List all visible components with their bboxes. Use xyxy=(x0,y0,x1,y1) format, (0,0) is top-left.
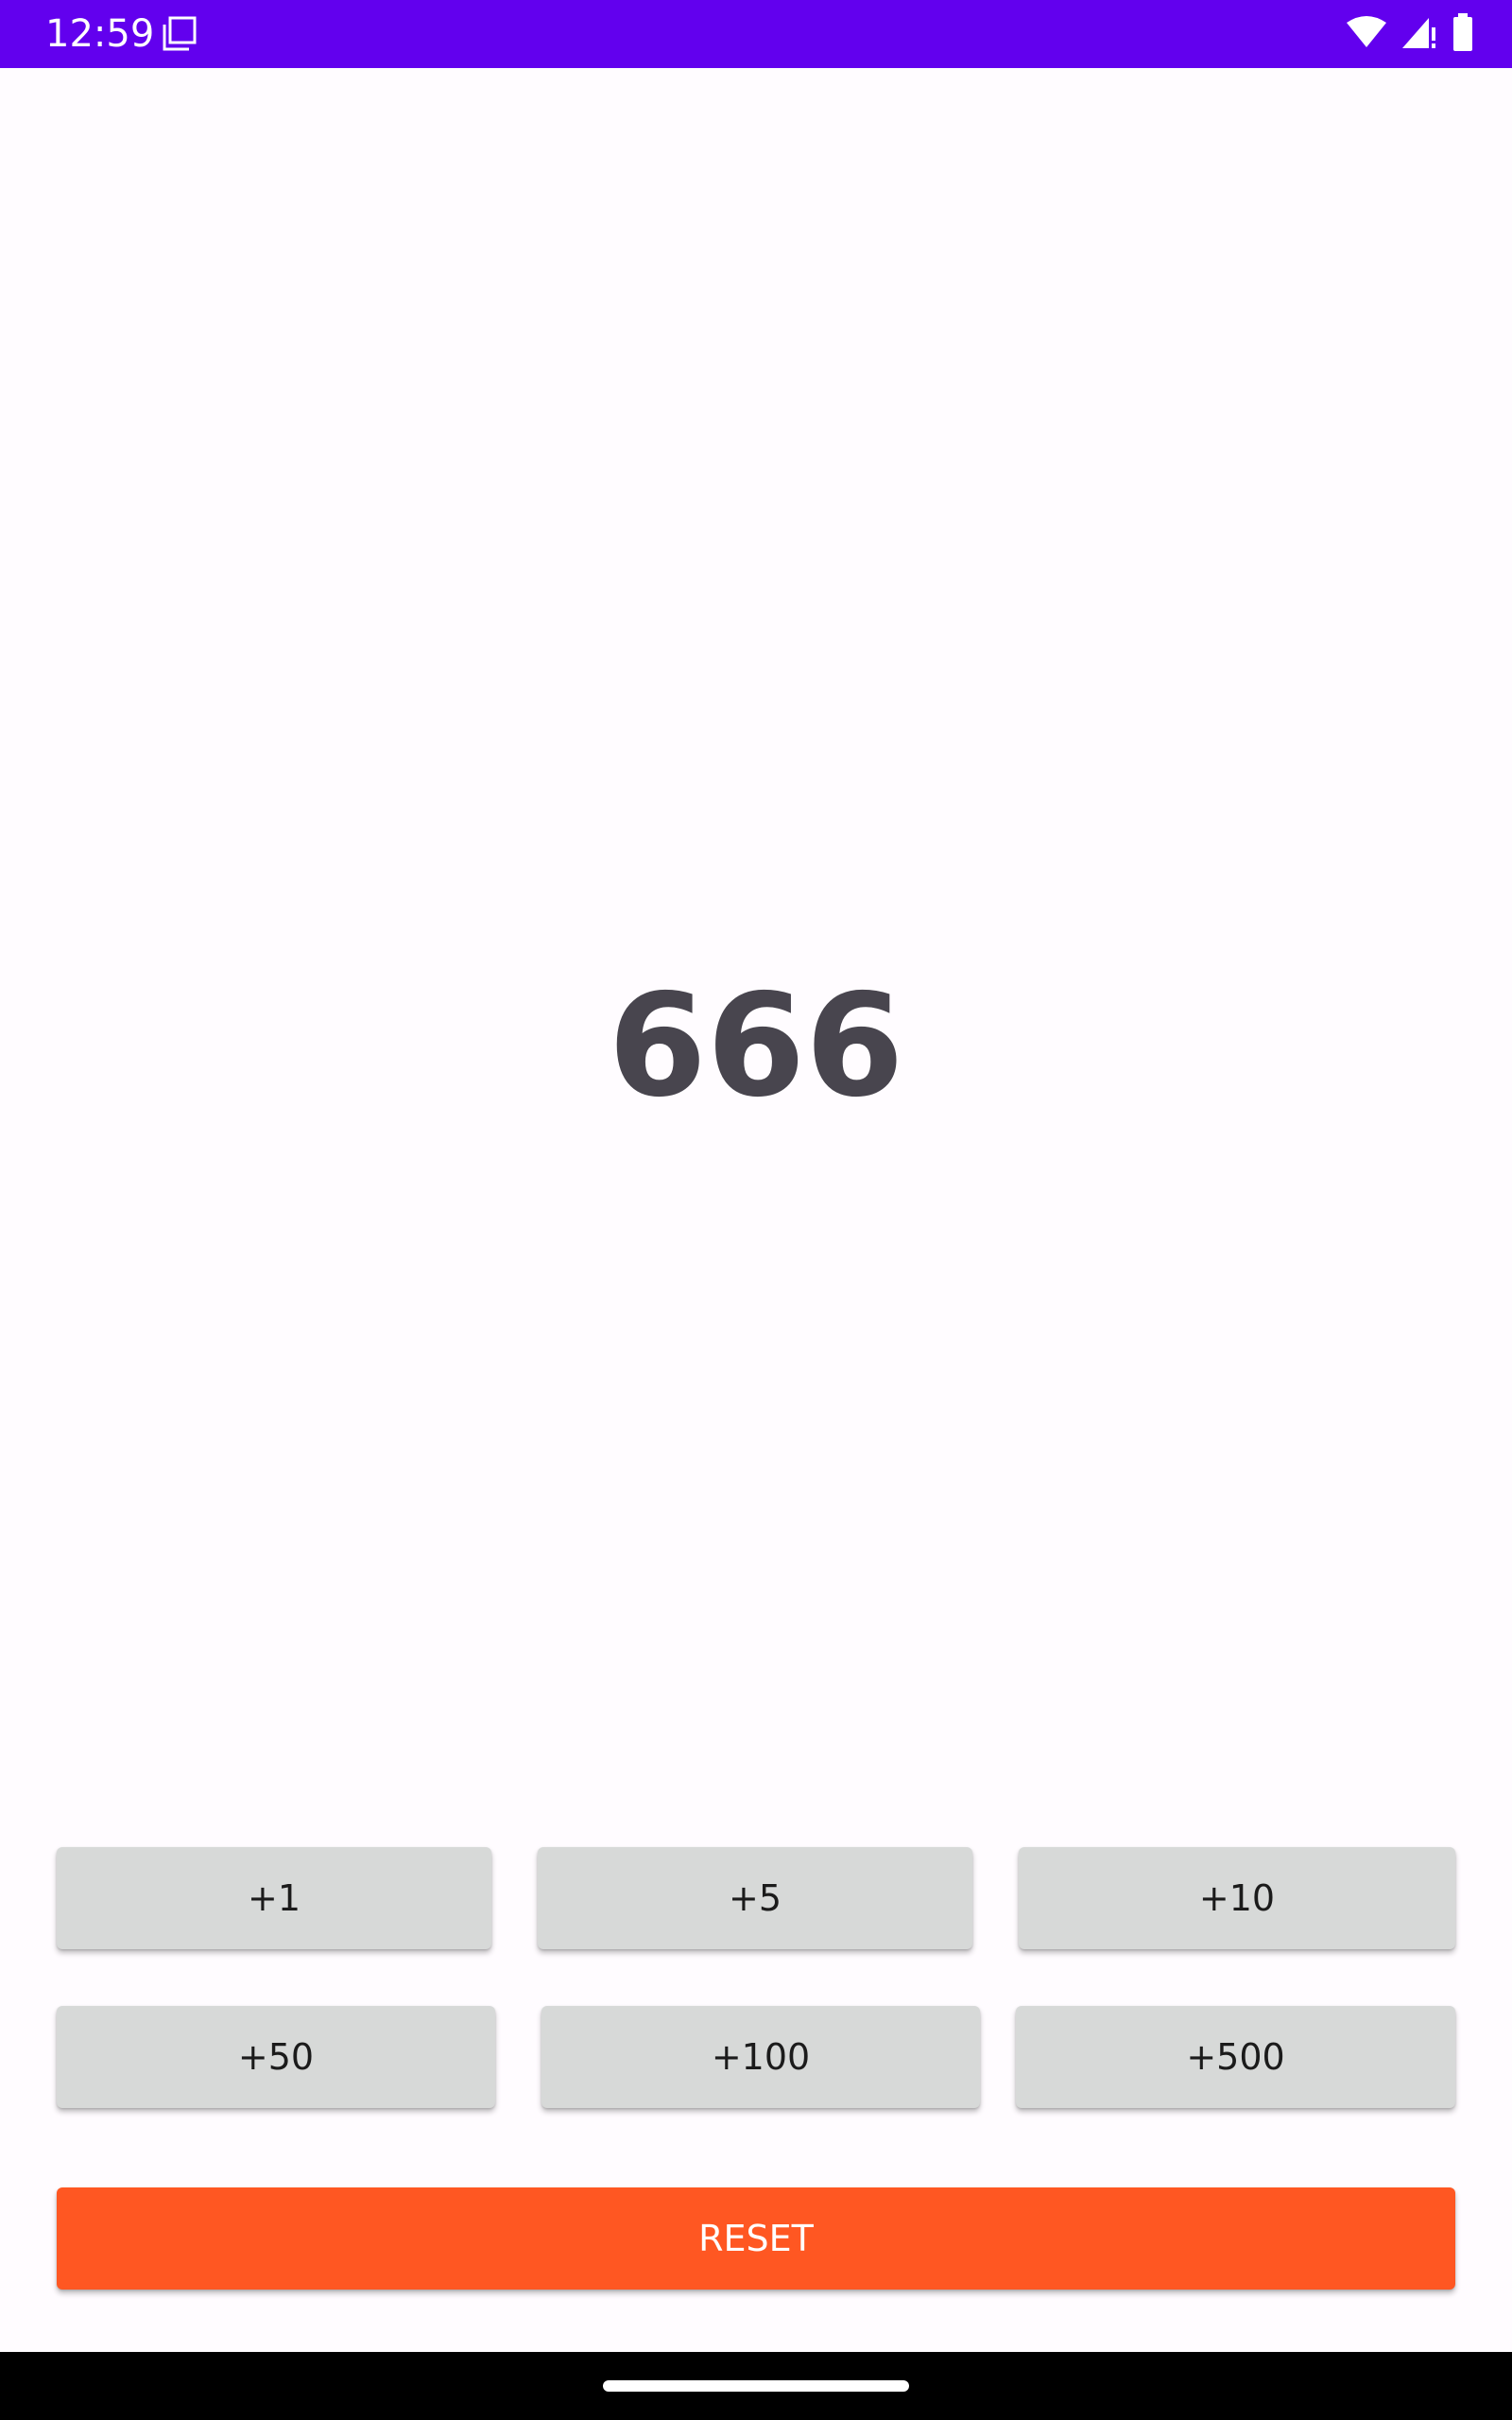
add-100-button[interactable]: +100 xyxy=(541,2006,980,2108)
home-gesture-handle[interactable] xyxy=(603,2380,909,2392)
status-icons xyxy=(1346,12,1474,56)
add-50-button[interactable]: +50 xyxy=(57,2006,495,2108)
signal-icon xyxy=(1400,14,1438,55)
status-bar: 12:59 xyxy=(0,0,1512,68)
wifi-icon xyxy=(1346,15,1387,54)
add-5-button[interactable]: +5 xyxy=(538,1847,972,1949)
status-time: 12:59 xyxy=(45,12,155,56)
add-500-button[interactable]: +500 xyxy=(1016,2006,1455,2108)
navigation-bar xyxy=(0,2352,1512,2420)
reset-button[interactable]: RESET xyxy=(57,2187,1455,2290)
add-1-button[interactable]: +1 xyxy=(57,1847,491,1949)
counter-display: 666 xyxy=(608,964,904,1129)
screenshot-icon xyxy=(161,15,198,53)
add-10-button[interactable]: +10 xyxy=(1019,1847,1455,1949)
battery-icon xyxy=(1452,12,1474,56)
